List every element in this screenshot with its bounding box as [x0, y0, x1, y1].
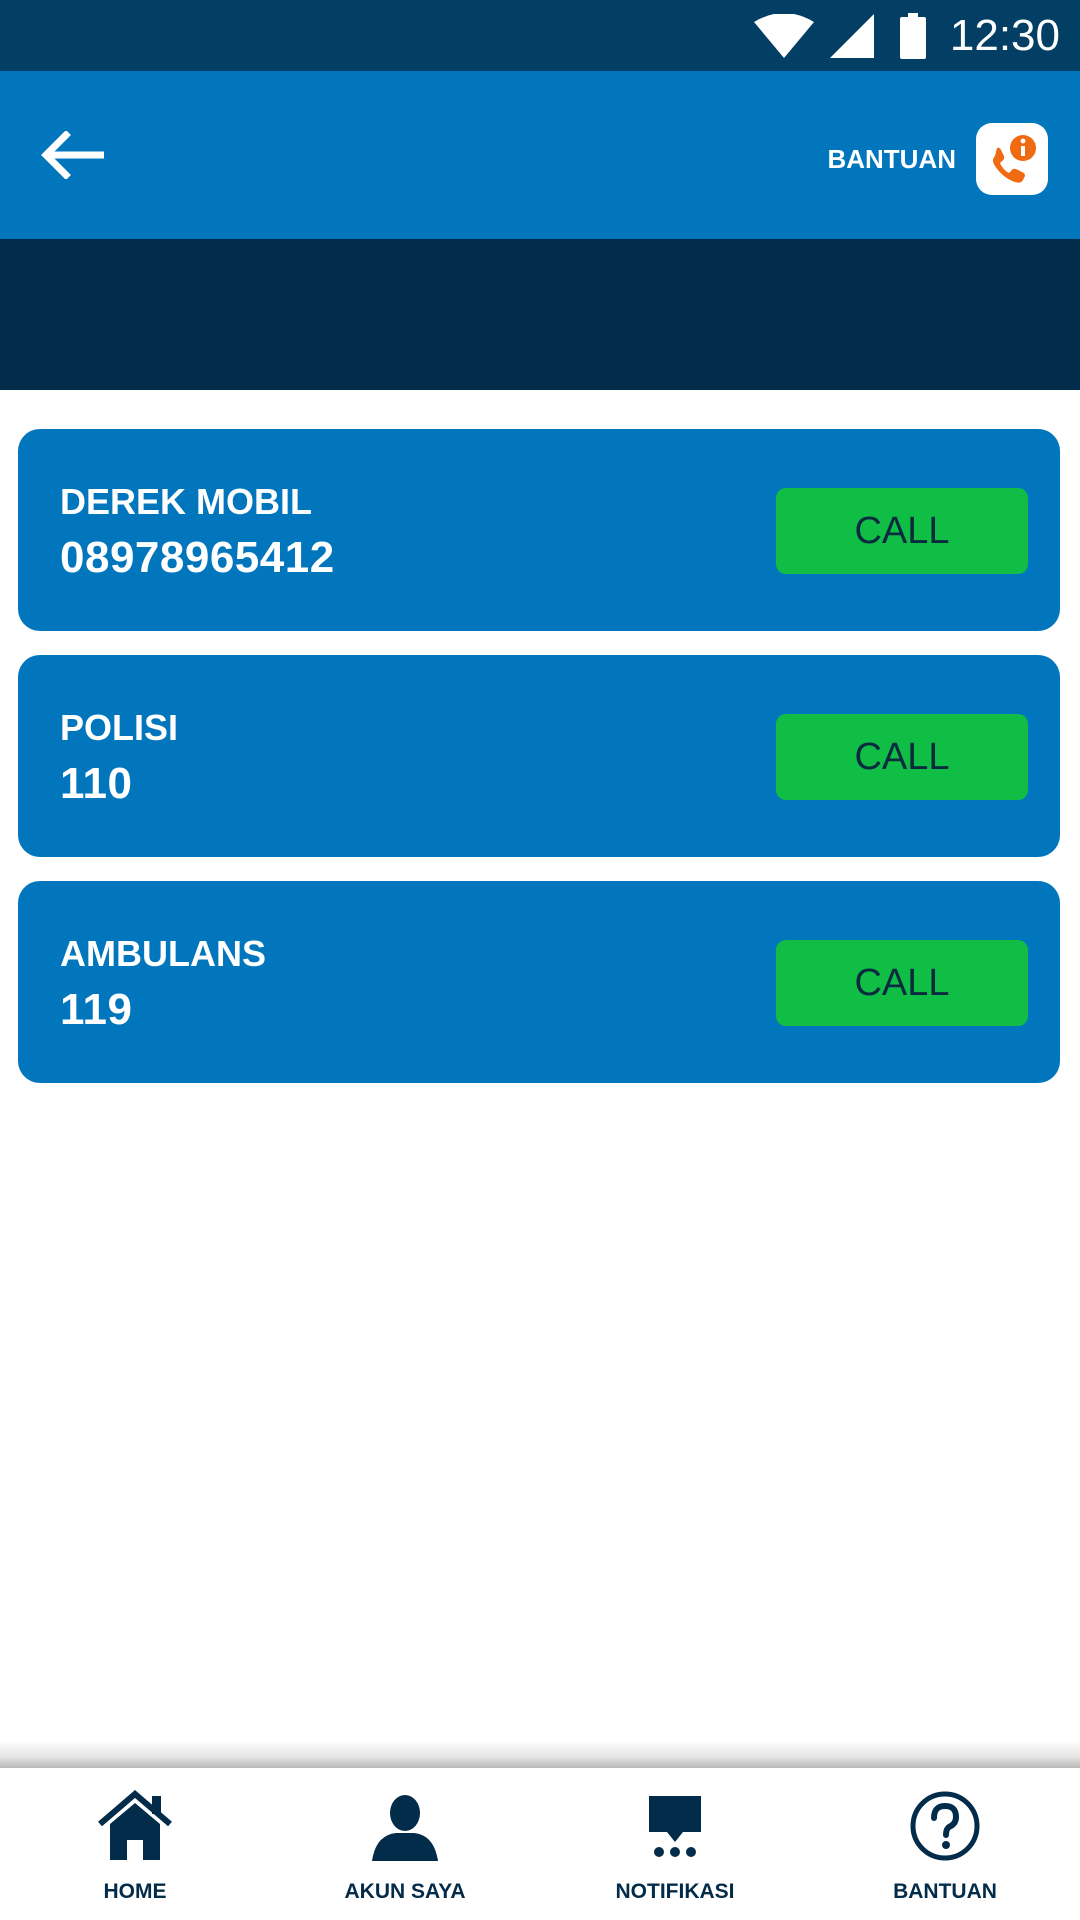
arrow-left-icon [41, 130, 104, 180]
call-button[interactable]: CALL [776, 940, 1028, 1026]
header-banner [0, 239, 1080, 390]
chat-icon [635, 1786, 715, 1866]
nav-item-home[interactable]: HOME [0, 1768, 270, 1920]
contact-number: 110 [60, 759, 133, 808]
call-button[interactable]: CALL [776, 488, 1028, 574]
phone-info-icon [993, 135, 1036, 183]
nav-label: HOME [103, 1880, 167, 1903]
help-link[interactable]: BANTUAN [827, 123, 1048, 195]
emergency-contacts-screen: 12:30 BANTUAN DEREK MOBIL 08978965412 CA… [0, 0, 1080, 1920]
nav-label: NOTIFIKASI [615, 1880, 735, 1903]
call-button[interactable]: CALL [776, 714, 1028, 800]
nav-item-notifikasi[interactable]: NOTIFIKASI [540, 1768, 810, 1920]
contact-name: DEREK MOBIL [60, 481, 312, 522]
status-time: 12:30 [949, 11, 1060, 60]
nav-label: BANTUAN [893, 1880, 997, 1903]
contact-name: POLISI [60, 707, 179, 748]
signal-icon [829, 14, 874, 58]
contact-card-ambulans: AMBULANS 119 CALL [18, 881, 1060, 1083]
nav-item-akun-saya[interactable]: AKUN SAYA [270, 1768, 540, 1920]
help-badge [976, 123, 1048, 195]
status-bar: 12:30 [0, 0, 1080, 71]
question-icon [905, 1786, 985, 1866]
back-button[interactable] [40, 130, 120, 181]
contact-card-polisi: POLISI 110 CALL [18, 655, 1060, 857]
nav-label: AKUN SAYA [344, 1880, 466, 1903]
bottom-nav: HOME AKUN SAYA NOTIFIKASI BANTUAN [0, 1768, 1080, 1920]
contact-name: AMBULANS [60, 933, 266, 974]
battery-icon [899, 13, 926, 59]
help-label: BANTUAN [827, 143, 956, 174]
status-icons: 12:30 [753, 8, 1060, 64]
wifi-icon [753, 14, 814, 58]
nav-item-bantuan[interactable]: BANTUAN [810, 1768, 1080, 1920]
contact-number: 119 [60, 985, 133, 1034]
contact-list: DEREK MOBIL 08978965412 CALL POLISI 110 … [18, 429, 1060, 1107]
home-icon [95, 1786, 175, 1866]
contact-card-derek-mobil: DEREK MOBIL 08978965412 CALL [18, 429, 1060, 631]
app-bar: BANTUAN [0, 71, 1080, 239]
bottom-nav-shadow [0, 1740, 1080, 1768]
user-icon [365, 1786, 445, 1866]
contact-number: 08978965412 [60, 533, 335, 582]
